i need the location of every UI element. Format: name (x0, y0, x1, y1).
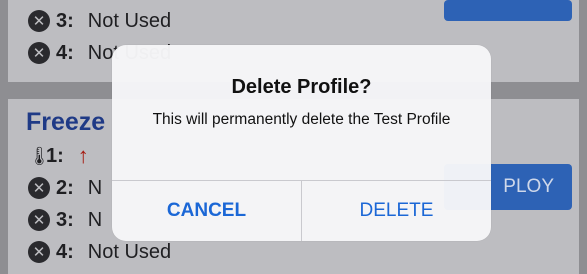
x-circle-icon: ✕ (28, 177, 50, 199)
slot-number: 1: (46, 144, 64, 167)
x-circle-icon: ✕ (28, 42, 50, 64)
list-item: ✕ 3: N (28, 207, 102, 233)
x-circle-icon: ✕ (28, 209, 50, 231)
list-item: 🌡 1: ↑ (28, 143, 89, 169)
slot-status: Not Used (87, 240, 172, 263)
slot-number: 3: (56, 9, 74, 32)
list-item: ✕ 4: Not Used (28, 239, 171, 265)
slot-status: Not Used (87, 9, 172, 32)
delete-profile-alert: Delete Profile? This will permanently de… (112, 45, 491, 241)
arrow-up-icon: ↑ (77, 143, 89, 168)
thermometer-icon: 🌡 (28, 145, 51, 166)
alert-title: Delete Profile? (231, 76, 372, 98)
slot-number: 3: (56, 208, 74, 231)
slot-status: N (87, 208, 103, 231)
x-circle-icon: ✕ (28, 241, 50, 263)
list-item: ✕ 2: N (28, 175, 102, 201)
slot-status: N (87, 176, 103, 199)
slot-number: 2: (56, 176, 74, 199)
list-item: ✕ 3: Not Used (28, 8, 171, 34)
slot-number: 4: (56, 41, 74, 64)
delete-button[interactable]: DELETE (302, 181, 491, 241)
slot-number: 4: (56, 240, 74, 263)
alert-actions: CANCEL DELETE (112, 180, 491, 241)
cancel-button[interactable]: CANCEL (112, 181, 302, 241)
profile-action-button[interactable] (444, 0, 572, 21)
profile-title: Freeze (26, 108, 106, 136)
alert-message: This will permanently delete the Test Pr… (152, 111, 451, 128)
x-circle-icon: ✕ (28, 10, 50, 32)
